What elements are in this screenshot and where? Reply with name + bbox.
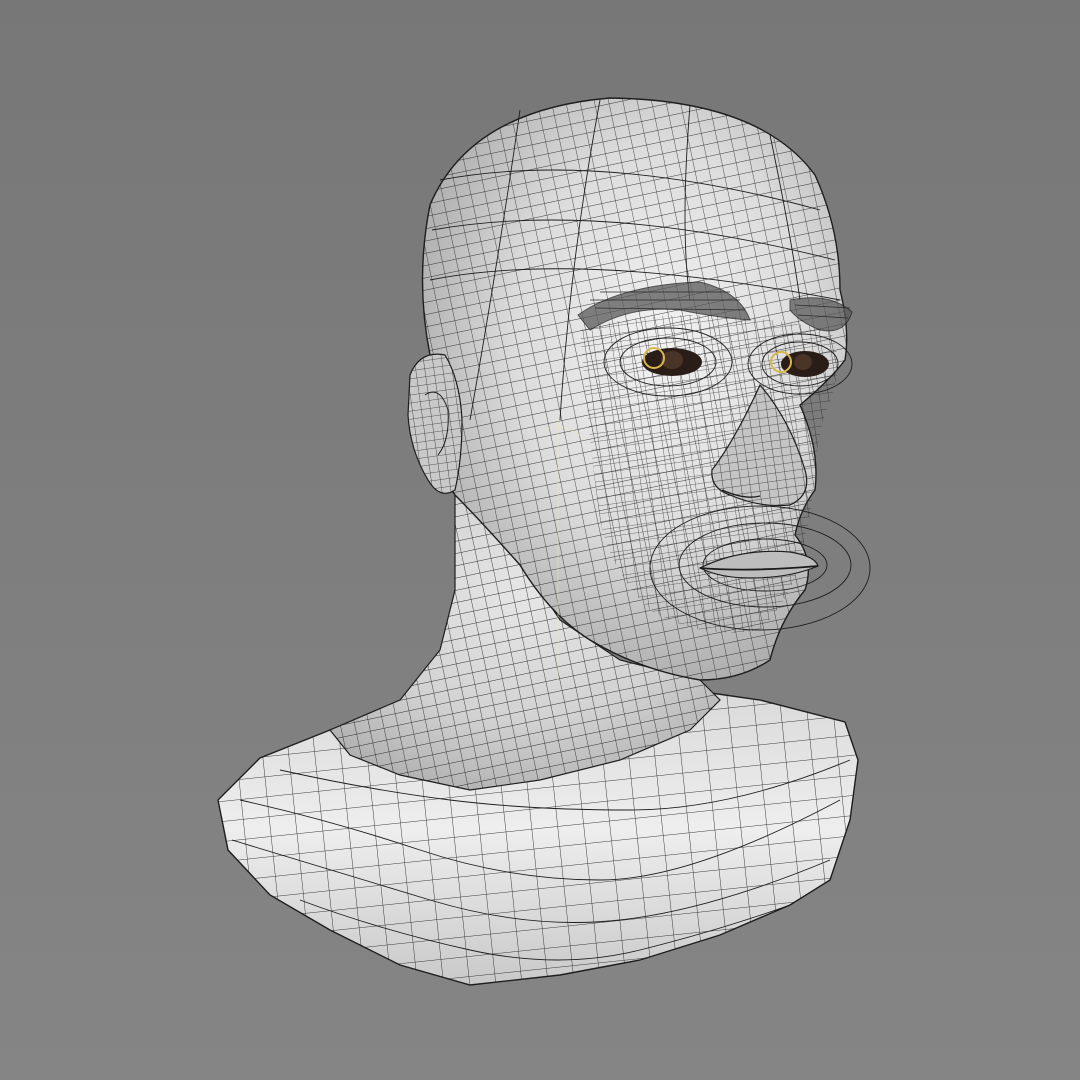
mesh-render	[217, 97, 871, 986]
viewport-3d[interactable]	[0, 0, 1080, 1080]
ear-mesh	[407, 353, 463, 494]
